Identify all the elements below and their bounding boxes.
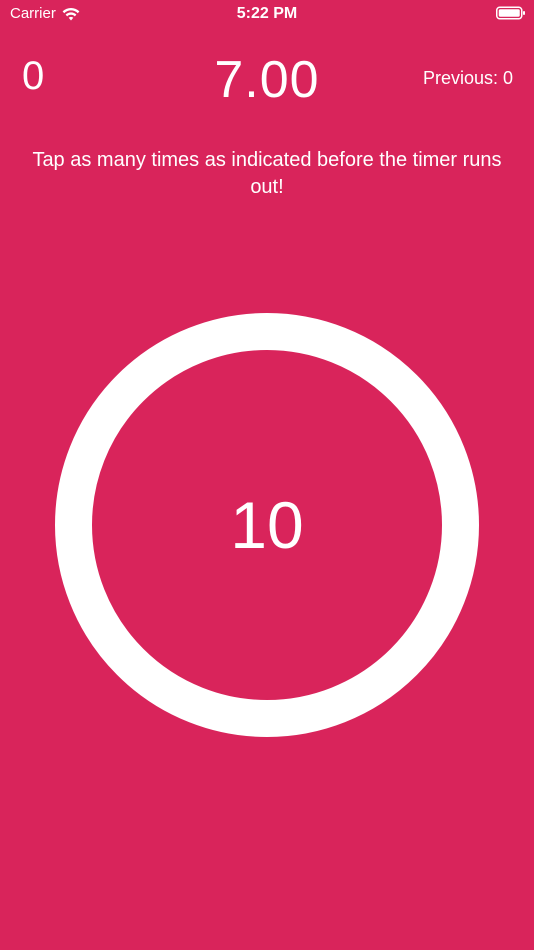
taps-remaining-count: 10 (230, 488, 304, 562)
previous-score: Previous: 0 (422, 68, 513, 88)
battery-icon (496, 6, 525, 20)
instructions-text: Tap as many times as indicated before th… (32, 149, 502, 198)
status-bar: Carrier 5:22 PM (0, 0, 534, 28)
status-time: 5:22 PM (236, 5, 298, 22)
tap-target-button[interactable]: 10 (55, 313, 479, 737)
